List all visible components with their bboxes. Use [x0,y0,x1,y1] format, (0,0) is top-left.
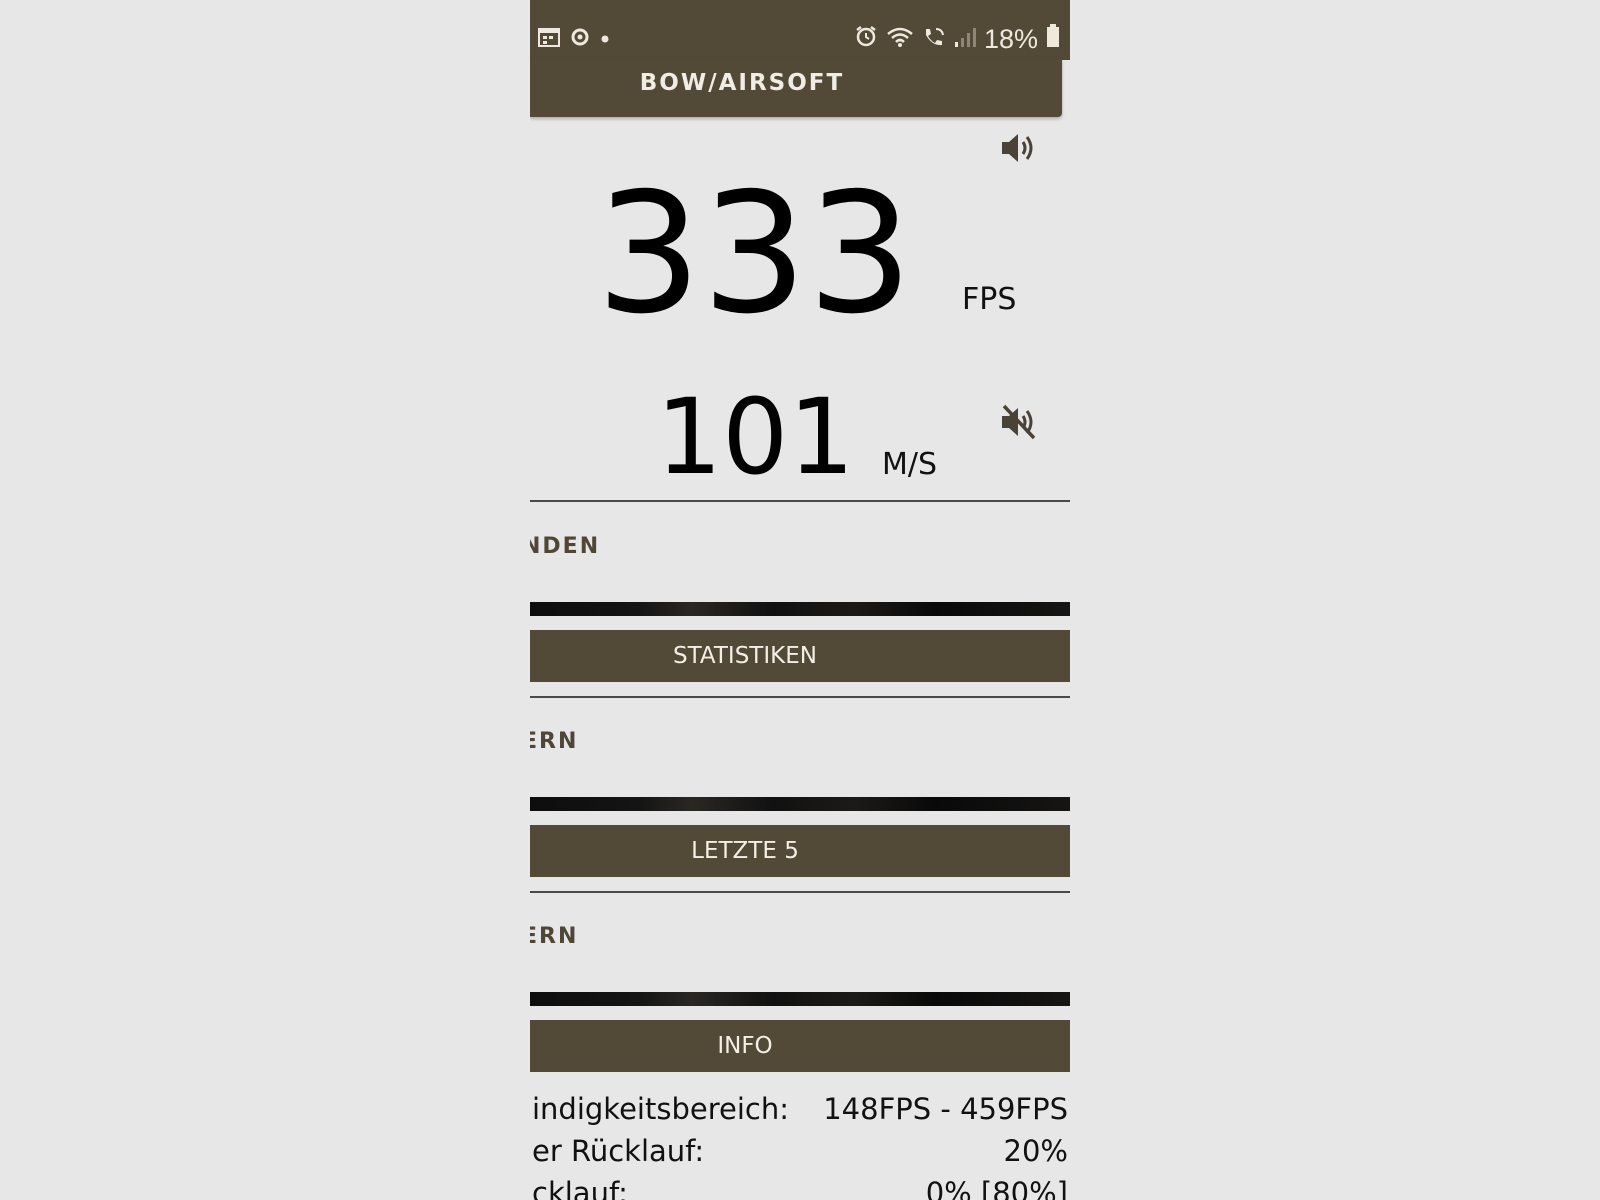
section-label: ERN [530,924,579,949]
signal-icon [954,24,976,55]
section-divider [530,500,1070,502]
info-label: er Rücklauf: [532,1134,705,1168]
speaker-muted-icon[interactable] [1000,404,1038,445]
info-value: 20% [1003,1134,1068,1168]
info-row-return: er Rücklauf: 20% [532,1134,1068,1168]
info-row-return-2: cklauf: 0% [80%] [532,1176,1068,1200]
image-strip [530,797,1070,811]
section-label: ERN [530,729,579,754]
status-bar: 18% [530,0,1070,60]
image-strip [530,992,1070,1006]
speaker-on-icon[interactable] [1000,130,1038,171]
section-divider [530,696,1070,698]
info-value: 148FPS - 459FPS [823,1092,1068,1126]
last-5-button[interactable]: LETZTE 5 [530,825,1070,877]
info-label: cklauf: [532,1176,628,1200]
statistics-button[interactable]: STATISTIKEN [530,630,1070,682]
fps-unit: FPS [962,282,1017,317]
image-strip [530,602,1070,616]
battery-percent: 18% [983,24,1038,54]
section-label: NDEN [530,534,601,559]
ms-unit: M/S [882,447,938,482]
calendar-icon [538,27,560,52]
info-label: indigkeitsbereich: [532,1092,789,1126]
wifi-calling-icon [922,24,946,55]
battery-icon [1046,24,1060,55]
app-bar-title[interactable]: BOW/AIRSOFT [530,70,954,96]
ms-value: 101 [656,376,855,498]
fps-value: 333 [596,158,913,351]
section-divider [530,891,1070,893]
phone-screen: 18% BOW/AIRSOFT 333 FPS 101 M/S NDEN STA… [530,0,1070,1200]
status-right-icons: 18% [854,24,1060,55]
wifi-icon [886,24,914,55]
status-left-icons [538,26,610,53]
info-value: 0% [80%] [925,1176,1068,1200]
sync-icon [570,26,590,53]
info-row-speed-range: indigkeitsbereich: 148FPS - 459FPS [532,1092,1068,1126]
notification-dot-icon [600,31,610,49]
alarm-icon [854,24,878,55]
info-button[interactable]: INFO [530,1020,1070,1072]
